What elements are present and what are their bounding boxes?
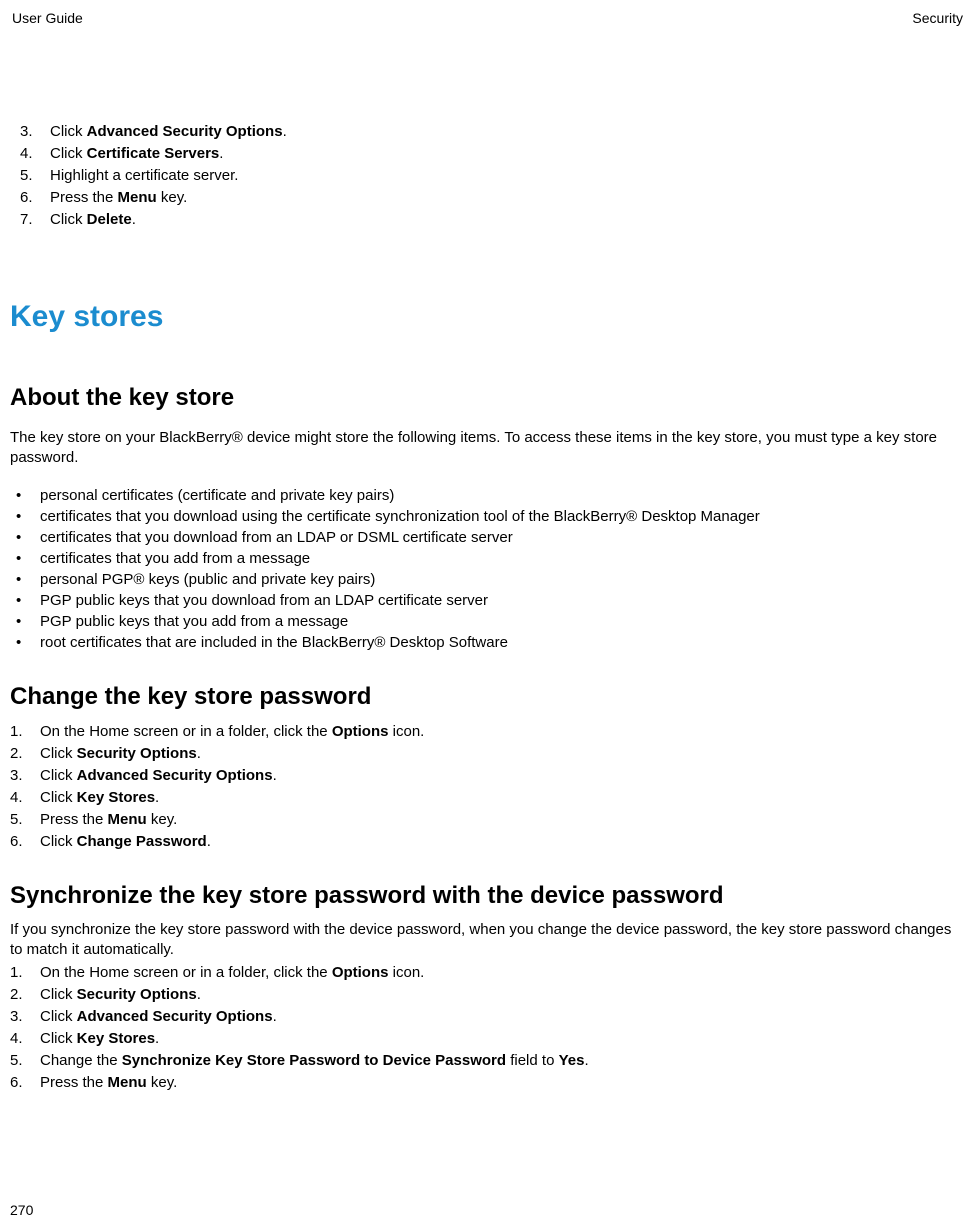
sync-list: 1.On the Home screen or in a folder, cli… [10,962,965,1093]
change-list: 1.On the Home screen or in a folder, cli… [10,721,965,852]
list-item: •PGP public keys that you add from a mes… [10,611,965,632]
bullet-list: •personal certificates (certificate and … [10,485,965,653]
list-item: 5.Press the Menu key. [10,809,965,830]
list-item: 5.Highlight a certificate server. [20,165,965,186]
list-item: •certificates that you download from an … [10,527,965,548]
list-item: •personal certificates (certificate and … [10,485,965,506]
list-item: 3.Click Advanced Security Options. [20,121,965,142]
list-item: 2.Click Security Options. [10,743,965,764]
list-item: 6.Press the Menu key. [20,187,965,208]
intro-paragraph: The key store on your BlackBerry® device… [10,428,965,469]
list-item: 7.Click Delete. [20,209,965,230]
sync-intro: If you synchronize the key store passwor… [10,920,965,961]
header-right: Security [912,10,963,26]
top-ordered-list: 3.Click Advanced Security Options. 4.Cli… [10,121,965,230]
list-item: 4.Click Key Stores. [10,1028,965,1049]
page-header: User Guide Security [10,10,965,26]
list-item: •certificates that you add from a messag… [10,548,965,569]
list-item: 1.On the Home screen or in a folder, cli… [10,721,965,742]
list-item: 6.Press the Menu key. [10,1072,965,1093]
list-item: 4.Click Certificate Servers. [20,143,965,164]
list-item: 6.Click Change Password. [10,831,965,852]
list-item: 3.Click Advanced Security Options. [10,1006,965,1027]
heading-synchronize: Synchronize the key store password with … [10,882,965,910]
list-item: 4.Click Key Stores. [10,787,965,808]
list-item: •root certificates that are included in … [10,632,965,653]
heading-about-key-store: About the key store [10,384,965,412]
list-item: •personal PGP® keys (public and private … [10,569,965,590]
page-number: 270 [10,1202,33,1218]
list-item: 2.Click Security Options. [10,984,965,1005]
list-item: 5.Change the Synchronize Key Store Passw… [10,1050,965,1071]
heading-key-stores: Key stores [10,300,965,334]
list-item: 1.On the Home screen or in a folder, cli… [10,962,965,983]
list-item: •certificates that you download using th… [10,506,965,527]
header-left: User Guide [12,10,83,26]
heading-change-password: Change the key store password [10,683,965,711]
list-item: •PGP public keys that you download from … [10,590,965,611]
list-item: 3.Click Advanced Security Options. [10,765,965,786]
